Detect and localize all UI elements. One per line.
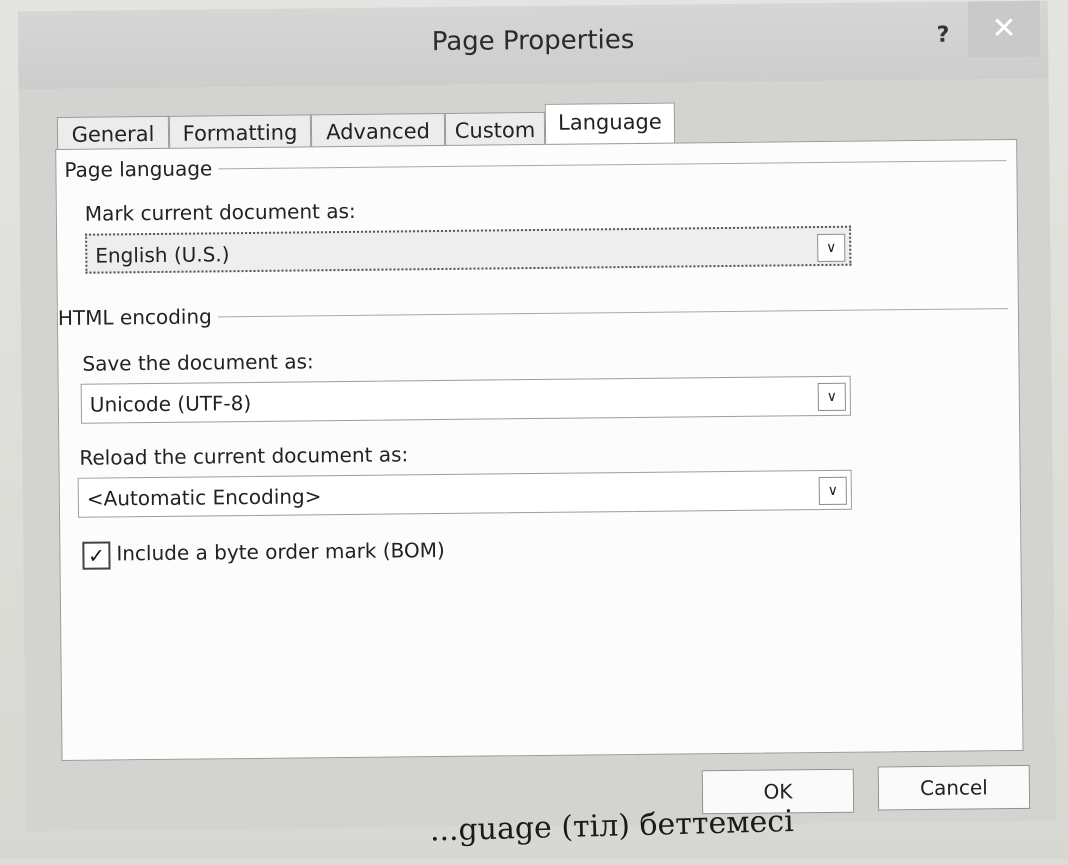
tab-custom[interactable]: Custom	[445, 112, 545, 148]
tab-advanced[interactable]: Advanced	[311, 113, 445, 149]
save-encoding-select[interactable]: Unicode (UTF-8) ∨	[81, 376, 851, 424]
bom-label: Include a byte order mark (BOM)	[116, 538, 445, 565]
title-bar: Page Properties ? ✕	[18, 1, 1049, 90]
dialog-title: Page Properties	[18, 21, 1048, 62]
reload-encoding-select[interactable]: <Automatic Encoding> ∨	[78, 470, 852, 518]
bom-checkbox[interactable]: ✓	[82, 541, 110, 569]
tab-formatting[interactable]: Formatting	[169, 114, 311, 150]
reload-encoding-value: <Automatic Encoding>	[87, 484, 322, 510]
close-icon: ✕	[991, 11, 1017, 46]
page-language-select[interactable]: English (U.S.) ∨	[85, 226, 851, 274]
close-button[interactable]: ✕	[968, 1, 1041, 58]
check-icon: ✓	[88, 544, 105, 568]
page-properties-dialog: Page Properties ? ✕ General Formatting A…	[18, 1, 1057, 832]
chevron-down-icon[interactable]: ∨	[819, 477, 847, 505]
dialog-body: General Formatting Advanced Custom Langu…	[19, 79, 1057, 832]
cancel-button[interactable]: Cancel	[878, 765, 1030, 811]
reload-document-label: Reload the current document as:	[79, 442, 408, 469]
html-encoding-group-label: HTML encoding	[58, 304, 218, 330]
page-language-value: English (U.S.)	[95, 242, 229, 267]
language-panel: Page language Mark current document as: …	[55, 139, 1023, 761]
mark-document-label: Mark current document as:	[85, 199, 356, 226]
chevron-down-icon[interactable]: ∨	[817, 234, 845, 262]
help-button[interactable]: ?	[923, 16, 963, 56]
tab-general[interactable]: General	[57, 116, 169, 152]
save-document-label: Save the document as:	[82, 349, 314, 375]
save-encoding-value: Unicode (UTF-8)	[90, 391, 252, 417]
chevron-down-icon[interactable]: ∨	[818, 383, 846, 411]
page-language-group-label: Page language	[64, 156, 218, 182]
